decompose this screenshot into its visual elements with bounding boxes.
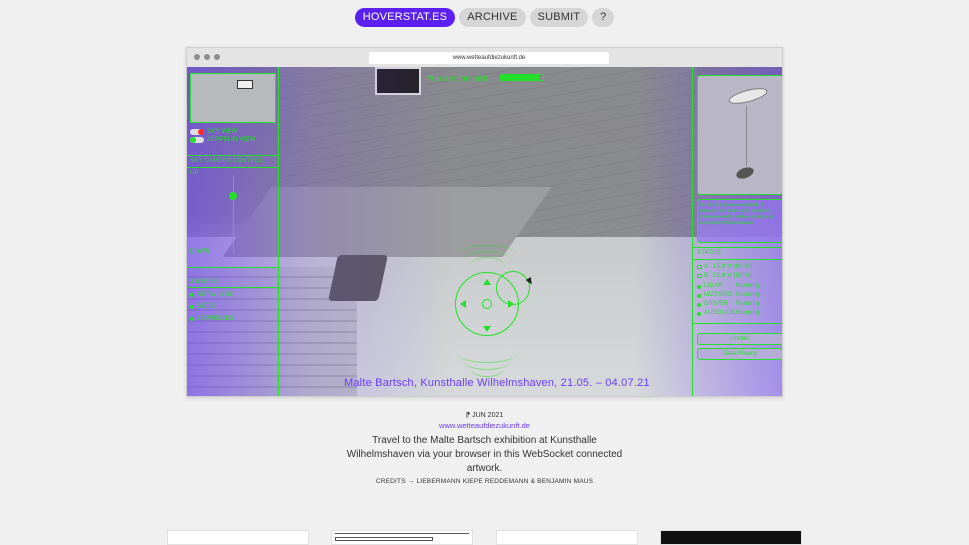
user-item: BETA2 (YOU) <box>197 292 237 298</box>
zeppelin-shadow <box>734 165 756 181</box>
window-dot <box>204 54 210 60</box>
user-status-dot <box>190 293 194 297</box>
sky-view-label: SKY VIEW <box>207 129 238 135</box>
system-state: Running <box>736 283 760 289</box>
down-label: DOWN <box>190 249 210 255</box>
project-thumbnail[interactable] <box>167 530 309 545</box>
altitude-slider-track[interactable] <box>233 175 234 255</box>
zeppelin-view-toggle[interactable] <box>190 137 204 143</box>
signal-arc <box>469 357 505 377</box>
browser-chrome: www.wetteaufdiezukunft.de <box>187 48 782 67</box>
users-title: 3 USERS <box>190 279 218 285</box>
divider <box>693 259 782 260</box>
system-name: DRIVER <box>704 301 728 307</box>
arrow-up-icon[interactable] <box>483 279 491 285</box>
project-description: Travel to the Malte Bartsch exhibition a… <box>346 435 623 474</box>
altitude-slider-handle[interactable] <box>229 192 237 200</box>
divider <box>187 287 279 288</box>
info-text: On the ride you see alongside a rebound.… <box>697 199 782 243</box>
battery-b-label: B: <box>704 273 711 279</box>
nav-help[interactable]: ? <box>592 8 615 27</box>
arrow-right-icon[interactable] <box>508 300 514 308</box>
divider <box>693 323 782 324</box>
window-dot <box>214 54 220 60</box>
up-label: UP <box>190 170 199 176</box>
system-name: MOTORS <box>704 292 732 298</box>
divider <box>693 247 782 248</box>
battery-icon <box>697 274 702 278</box>
right-panel: On the ride you see alongside a rebound.… <box>692 67 782 396</box>
user-status-dot <box>190 317 194 321</box>
battery-icon <box>697 265 702 269</box>
project-date: ⁋ JUN 2021 <box>0 411 969 419</box>
system-state: Running <box>736 310 760 316</box>
zeppelin-view-label: ZEPPELIN VIEW <box>207 137 256 143</box>
data-privacy-button[interactable]: Data Privacy <box>697 348 782 360</box>
battery-a-label: A: <box>704 264 711 270</box>
camera-control-title: SKY CAMERA CONTROL <box>190 158 264 164</box>
battery-b-value: 15.8 V (89 %) <box>713 273 753 279</box>
zeppelin-camera <box>697 75 782 195</box>
system-state: Running <box>736 301 760 307</box>
status-dot <box>697 294 701 298</box>
user-item: BET33 <box>197 304 217 310</box>
arrow-down-icon[interactable] <box>483 326 491 332</box>
exhibition-caption: Malte Bartsch, Kunsthalle Wilhelmshaven,… <box>344 377 650 389</box>
divider <box>187 267 279 268</box>
system-state: Running <box>736 292 760 298</box>
status-dot <box>697 312 701 316</box>
url-bar: www.wetteaufdiezukunft.de <box>369 52 609 64</box>
status-dot <box>697 285 701 289</box>
battery-a-value: 15.9 V (90 %) <box>713 264 753 270</box>
system-name: LIDAR <box>704 283 723 289</box>
divider <box>187 167 279 168</box>
project-date-text: JUN 2021 <box>472 412 504 419</box>
project-thumbnail[interactable] <box>331 530 473 545</box>
pilot-time-bar <box>500 74 544 81</box>
steering-center[interactable] <box>482 299 492 309</box>
window-dot <box>194 54 200 60</box>
credits-button[interactable]: Credits <box>697 333 782 345</box>
user-status-dot <box>190 305 194 309</box>
project-link[interactable]: www.wetteaufdiezukunft.de <box>0 421 969 430</box>
pilot-time-fill <box>501 75 539 80</box>
camera-feed: SKY VIEW ZEPPELIN VIEW SKY CAMERA CONTRO… <box>187 67 782 396</box>
top-nav: HOVERSTAT.ES ARCHIVE SUBMIT ? <box>0 8 969 27</box>
project-credits[interactable]: CREDITS → LIEBERMANN KIEPE REDDEMANN & B… <box>0 478 969 485</box>
tether-line <box>746 106 747 166</box>
project-thumbnail[interactable] <box>496 530 638 545</box>
pilot-message: You are the pilot. <box>427 73 491 83</box>
left-panel: SKY VIEW ZEPPELIN VIEW SKY CAMERA CONTRO… <box>187 67 279 396</box>
status-dot <box>697 303 701 307</box>
zeppelin-icon <box>727 85 769 107</box>
sky-camera-thumbnail[interactable] <box>190 73 276 123</box>
nav-hoverstates[interactable]: HOVERSTAT.ES <box>354 8 456 27</box>
nav-archive[interactable]: ARCHIVE <box>459 8 526 27</box>
nav-submit[interactable]: SUBMIT <box>529 8 589 27</box>
arrow-left-icon[interactable] <box>460 300 466 308</box>
system-name: AUSGUCK <box>704 310 736 316</box>
sky-view-toggle[interactable] <box>190 129 204 135</box>
status-title: STATUS <box>697 250 721 256</box>
divider <box>187 155 279 156</box>
project-thumbnail[interactable] <box>660 530 802 545</box>
user-item: ZEPPELIN36 <box>197 316 235 322</box>
project-preview[interactable]: www.wetteaufdiezukunft.de SKY VIEW ZEPPE… <box>186 47 783 397</box>
